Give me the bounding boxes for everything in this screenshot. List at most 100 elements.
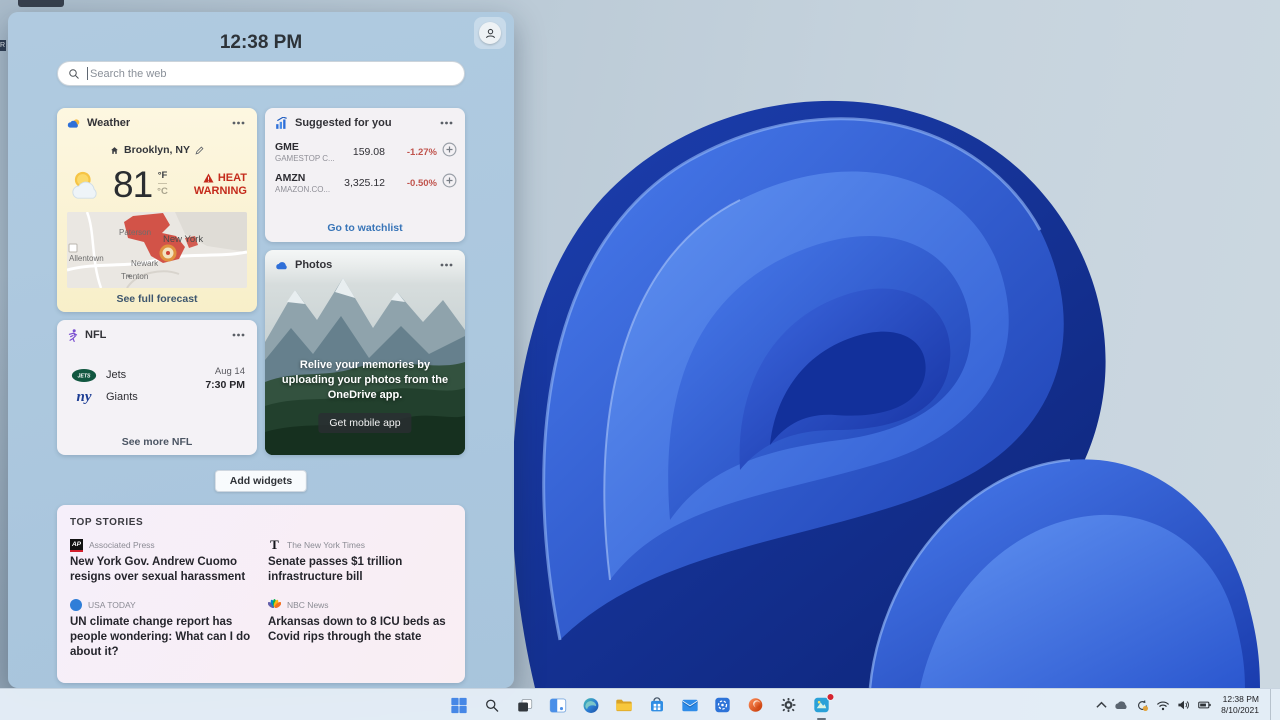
search-icon (484, 698, 499, 713)
add-to-watchlist-button[interactable] (442, 142, 457, 162)
warning-triangle-icon (203, 173, 214, 183)
unit-toggle[interactable]: °F °C (157, 170, 168, 197)
weather-location-row[interactable]: Brooklyn, NY (57, 144, 257, 156)
search-input[interactable] (90, 68, 454, 80)
story-item[interactable]: USA TODAY UN climate change report has p… (70, 598, 254, 660)
microsoft-store-icon[interactable] (644, 692, 670, 718)
taskbar: 12:38 PM 8/10/2021 (0, 688, 1280, 720)
desktop-icon-fragment: R (0, 40, 6, 51)
map-label-trenton: Trenton (121, 272, 148, 281)
partly-sunny-icon (67, 168, 109, 202)
weather-widget[interactable]: Weather Brooklyn, NY 81 (57, 108, 257, 312)
wifi-tray-icon[interactable] (1156, 700, 1170, 711)
clock-time: 12:38 PM (1221, 694, 1259, 705)
sync-tray-icon[interactable] (1136, 699, 1149, 712)
stock-row-gme[interactable]: GME GAMESTOP C... 159.08 -1.27% (265, 136, 465, 167)
stock-change: -1.27% (393, 147, 437, 158)
avatar (479, 22, 501, 44)
story-headline[interactable]: Senate passes $1 trillion infrastructure… (268, 555, 452, 585)
stocks-more-button[interactable] (435, 116, 457, 130)
onedrive-cloud-icon (275, 261, 289, 270)
battery-tray-icon[interactable] (1198, 699, 1211, 711)
weather-location: Brooklyn, NY (124, 144, 190, 156)
stocks-chart-icon (275, 117, 289, 129)
notification-badge (827, 693, 835, 701)
show-desktop-button[interactable] (1270, 689, 1274, 720)
jets-logo: JETS (71, 368, 97, 383)
photos-more-button[interactable] (435, 258, 457, 272)
nfl-more-button[interactable] (227, 328, 249, 342)
taskbar-search-button[interactable] (479, 692, 505, 718)
web-search-box[interactable] (57, 61, 465, 86)
start-button[interactable] (446, 692, 472, 718)
notification-app-icon[interactable] (809, 692, 835, 718)
nfl-title: NFL (85, 329, 221, 341)
stocks-title: Suggested for you (295, 117, 429, 129)
nfl-widget[interactable]: NFL JETS Jets ny Giants Aug 14 7:3 (57, 320, 257, 455)
volume-tray-icon[interactable] (1177, 699, 1191, 711)
get-mobile-app-button[interactable]: Get mobile app (318, 413, 411, 433)
mail-app-icon[interactable] (677, 692, 703, 718)
settings-icon-button[interactable] (776, 692, 802, 718)
current-temperature: 81 (113, 164, 152, 206)
envelope-icon (681, 699, 698, 712)
taskbar-clock[interactable]: 12:38 PM 8/10/2021 (1221, 694, 1259, 716)
plus-circle-icon (442, 173, 457, 188)
story-headline[interactable]: UN climate change report has people wond… (70, 615, 254, 660)
map-label-paterson: Paterson (119, 228, 151, 237)
clock-date: 8/10/2021 (1221, 705, 1259, 716)
task-view-button[interactable] (512, 692, 538, 718)
weather-alert: HEAT WARNING (194, 172, 247, 198)
teams-chat-icon[interactable] (710, 692, 736, 718)
home-icon (110, 146, 119, 155)
stock-company: GAMESTOP C... (275, 154, 337, 163)
stock-price: 3,325.12 (337, 177, 393, 189)
story-source: NBC News (287, 600, 329, 610)
more-options-icon (440, 263, 453, 267)
story-source: The New York Times (287, 540, 365, 550)
photos-title: Photos (295, 259, 429, 271)
stock-row-amzn[interactable]: AMZN AMAZON.CO... 3,325.12 -0.50% (265, 167, 465, 198)
story-item[interactable]: T The New York Times Senate passes $1 tr… (268, 538, 452, 585)
map-label-newark: Newark (131, 259, 158, 268)
team-name: Giants (106, 391, 138, 403)
more-options-icon (232, 121, 245, 125)
stocks-widget[interactable]: Suggested for you GME GAMESTOP C... 159.… (265, 108, 465, 242)
add-widgets-button[interactable]: Add widgets (215, 470, 307, 492)
edge-icon (582, 697, 599, 714)
story-item[interactable]: AP Associated Press New York Gov. Andrew… (70, 538, 254, 585)
office-app-icon[interactable] (743, 692, 769, 718)
game-time: 7:30 PM (205, 379, 245, 391)
weather-title: Weather (87, 117, 221, 129)
story-headline[interactable]: New York Gov. Andrew Cuomo resigns over … (70, 555, 254, 585)
profile-button[interactable] (474, 17, 506, 49)
see-more-nfl-link[interactable]: See more NFL (57, 436, 257, 448)
weather-alert-map[interactable]: Paterson New York Allentown Newark Trent… (67, 212, 247, 288)
tray-chevron-up-icon[interactable] (1096, 701, 1107, 709)
go-to-watchlist-link[interactable]: Go to watchlist (265, 222, 465, 234)
story-source: USA TODAY (88, 600, 136, 610)
onedrive-tray-icon[interactable] (1114, 700, 1129, 710)
top-stories-header: TOP STORIES (57, 505, 465, 528)
map-label-allentown: Allentown (69, 254, 104, 263)
story-item[interactable]: NBC News Arkansas down to 8 ICU beds as … (268, 598, 452, 660)
edge-browser-icon[interactable] (578, 692, 604, 718)
file-explorer-icon[interactable] (611, 692, 637, 718)
nyt-logo: T (268, 539, 281, 552)
weather-more-button[interactable] (227, 116, 249, 130)
celsius-option[interactable]: °C (157, 184, 168, 197)
more-options-icon (232, 333, 245, 337)
fahrenheit-option[interactable]: °F (158, 170, 168, 184)
store-bag-icon (649, 697, 664, 713)
text-caret (87, 67, 88, 80)
widgets-icon (549, 698, 566, 713)
see-full-forecast-link[interactable]: See full forecast (57, 293, 257, 305)
story-headline[interactable]: Arkansas down to 8 ICU beds as Covid rip… (268, 615, 452, 645)
edit-pencil-icon[interactable] (195, 146, 204, 155)
photos-widget[interactable]: Photos Relive your memories by uploading… (265, 250, 465, 455)
chat-icon (715, 697, 731, 713)
plus-circle-icon (442, 142, 457, 157)
add-to-watchlist-button[interactable] (442, 173, 457, 193)
nfl-runner-icon (67, 329, 79, 342)
widgets-button[interactable] (545, 692, 571, 718)
